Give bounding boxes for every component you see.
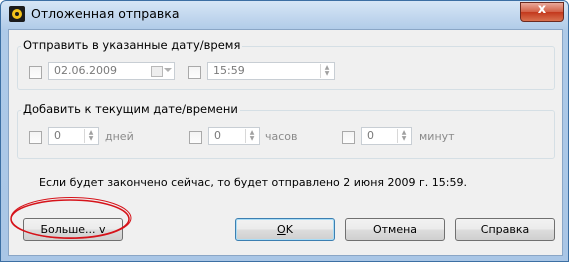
time-value: 15:59: [213, 64, 245, 77]
date-dropdown[interactable]: [151, 64, 173, 78]
window-title: Отложенная отправка: [31, 6, 180, 21]
hours-stepper[interactable]: 0 ▲ ▼: [208, 127, 260, 145]
calendar-icon: [151, 66, 163, 77]
cancel-button[interactable]: Отмена: [345, 218, 445, 241]
send-at-time-checkbox[interactable]: [188, 66, 201, 79]
minutes-stepper[interactable]: 0 ▲ ▼: [361, 127, 412, 145]
scheduled-info-text: Если будет закончено сейчас, то будет от…: [39, 176, 467, 189]
close-button[interactable]: x: [520, 2, 564, 22]
send-at-date-checkbox[interactable]: [29, 66, 42, 79]
days-spinner[interactable]: ▲ ▼: [84, 129, 97, 143]
minutes-value: 0: [367, 129, 374, 142]
days-value: 0: [54, 129, 61, 142]
red-ellipse-annotation: [10, 197, 132, 239]
spin-down-icon[interactable]: ▼: [246, 135, 258, 142]
time-field[interactable]: 15:59 ▲ ▼: [207, 62, 335, 80]
hours-value: 0: [214, 129, 221, 142]
title-bar[interactable]: Отложенная отправка x: [1, 1, 568, 29]
days-unit-label: дней: [105, 130, 134, 143]
days-stepper[interactable]: 0 ▲ ▼: [48, 127, 99, 145]
app-icon: [9, 6, 25, 22]
minutes-spinner[interactable]: ▲ ▼: [397, 129, 410, 143]
days-checkbox[interactable]: [29, 131, 42, 144]
help-button[interactable]: Справка: [455, 218, 555, 241]
ok-label-rest: K: [285, 223, 293, 236]
hours-spinner[interactable]: ▲ ▼: [245, 129, 258, 143]
spin-down-icon[interactable]: ▼: [321, 70, 333, 77]
hours-unit-label: часов: [265, 130, 298, 143]
add-to-current-group-label: Добавить к текущим дате/времени: [21, 102, 240, 116]
chevron-down-icon: [164, 68, 172, 72]
send-at-group-label: Отправить в указанные дату/время: [21, 38, 243, 52]
ok-button[interactable]: ОK: [235, 218, 335, 241]
close-icon: x: [537, 2, 547, 17]
spin-down-icon[interactable]: ▼: [398, 135, 410, 142]
date-picker[interactable]: 02.06.2009: [48, 62, 175, 80]
spin-down-icon[interactable]: ▼: [85, 135, 97, 142]
minutes-checkbox[interactable]: [342, 131, 355, 144]
minutes-unit-label: минут: [419, 130, 455, 143]
ok-accelerator: О: [277, 223, 286, 236]
hours-checkbox[interactable]: [189, 131, 202, 144]
time-spinner[interactable]: ▲ ▼: [320, 64, 333, 78]
date-value: 02.06.2009: [54, 64, 117, 77]
